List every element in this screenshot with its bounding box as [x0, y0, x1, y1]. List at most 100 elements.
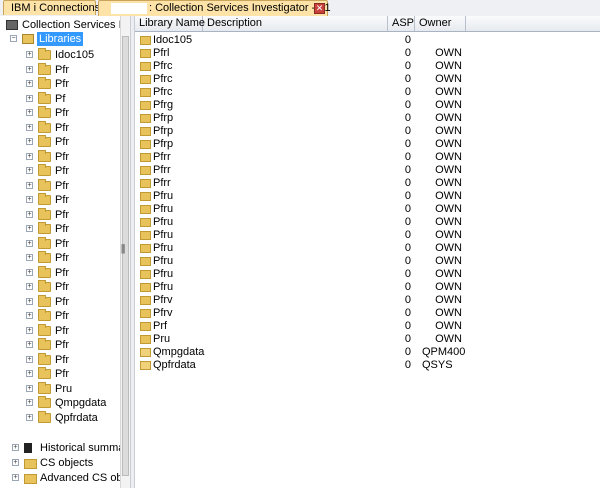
- column-header-description[interactable]: Description: [203, 16, 388, 31]
- tree-item-library[interactable]: + Pfr: [0, 178, 120, 193]
- tree-item-library[interactable]: + Pfr: [0, 251, 120, 265]
- tab-ibm-i-connections[interactable]: IBM i Connections: [3, 0, 100, 15]
- tree-item-library[interactable]: + Idoc105: [0, 48, 120, 62]
- expand-icon[interactable]: +: [12, 474, 19, 481]
- tree-item-library[interactable]: + Pfr: [0, 236, 120, 251]
- tree-item-cs-objects[interactable]: + CS objects: [0, 456, 120, 470]
- expand-icon[interactable]: +: [26, 109, 33, 116]
- tree-item-library[interactable]: + Pfr: [0, 323, 120, 338]
- expand-icon[interactable]: +: [26, 167, 33, 174]
- folder-icon: [140, 335, 151, 344]
- collapse-icon[interactable]: −: [10, 35, 17, 42]
- table-row[interactable]: Pfrp 0 OWN: [135, 112, 600, 125]
- table-row[interactable]: Qmpgdata 0 QPM400: [135, 346, 600, 359]
- close-icon[interactable]: ✕: [314, 3, 325, 14]
- expand-icon[interactable]: +: [26, 283, 33, 290]
- scrollbar-thumb[interactable]: [122, 36, 129, 476]
- tree-item-library[interactable]: + Pfr: [0, 207, 120, 222]
- table-row[interactable]: Pfrl 0 OWN: [135, 47, 600, 60]
- tree-item-library[interactable]: + Pfr: [0, 193, 120, 207]
- expand-icon[interactable]: +: [26, 268, 33, 276]
- expand-icon[interactable]: +: [26, 413, 33, 421]
- expand-icon[interactable]: +: [12, 444, 19, 451]
- expand-icon[interactable]: +: [26, 51, 33, 58]
- expand-icon[interactable]: +: [26, 312, 33, 319]
- tree-item-library[interactable]: + Pfr: [0, 222, 120, 236]
- expand-icon[interactable]: +: [26, 399, 33, 406]
- owner-cell: OWN: [435, 242, 462, 254]
- expand-icon[interactable]: +: [26, 326, 33, 334]
- folder-icon: [38, 106, 51, 118]
- table-row[interactable]: Pfrr 0 OWN: [135, 164, 600, 177]
- owner-cell: OWN: [435, 177, 462, 189]
- expand-icon[interactable]: +: [26, 123, 33, 131]
- tree-item-library[interactable]: + Pfr: [0, 77, 120, 91]
- tree-item-historical-summaries[interactable]: + Historical summar: [0, 441, 120, 455]
- table-row[interactable]: Pfrp 0 OWN: [135, 138, 600, 151]
- table-row[interactable]: Pfru 0 OWN: [135, 216, 600, 229]
- table-row[interactable]: Pfru 0 OWN: [135, 281, 600, 294]
- column-header-asp[interactable]: ASP: [388, 16, 415, 31]
- tree-item-library[interactable]: + Qmpgdata: [0, 396, 120, 410]
- expand-icon[interactable]: +: [26, 210, 33, 218]
- table-row[interactable]: Prf 0 OWN: [135, 320, 600, 333]
- expand-icon[interactable]: +: [26, 341, 33, 348]
- tree-item-library[interactable]: + Pfr: [0, 106, 120, 120]
- tree-item-library[interactable]: + Pru: [0, 381, 120, 396]
- tree-item-library[interactable]: + Pf: [0, 91, 120, 106]
- table-row[interactable]: Pfru 0 OWN: [135, 229, 600, 242]
- table-row[interactable]: Pfru 0 OWN: [135, 242, 600, 255]
- expand-icon[interactable]: +: [26, 370, 33, 377]
- tree-item-library[interactable]: + Pfr: [0, 367, 120, 381]
- expand-icon[interactable]: +: [26, 355, 33, 363]
- expand-icon[interactable]: +: [26, 254, 33, 261]
- tree-item-library[interactable]: + Pfr: [0, 135, 120, 149]
- table-row[interactable]: Pfru 0 OWN: [135, 203, 600, 216]
- table-row[interactable]: Pfrc 0 OWN: [135, 73, 600, 86]
- tree-item-library[interactable]: + Pfr: [0, 62, 120, 77]
- tree-item-label: Pfr: [55, 208, 70, 221]
- tree-item-library[interactable]: + Qpfrdata: [0, 410, 120, 425]
- tree-item-library[interactable]: + Pfr: [0, 164, 120, 178]
- tree-item-library[interactable]: + Pfr: [0, 280, 120, 294]
- tree-item-library[interactable]: + Pfr: [0, 120, 120, 135]
- table-row[interactable]: Pfrv 0 OWN: [135, 294, 600, 307]
- tree-item-library[interactable]: + Pfr: [0, 265, 120, 280]
- folder-icon: [140, 49, 151, 58]
- tree-item-library[interactable]: + Pfr: [0, 309, 120, 323]
- table-row[interactable]: Idoc105 0: [135, 34, 600, 47]
- table-row[interactable]: Pfrg 0 OWN: [135, 99, 600, 112]
- table-row[interactable]: Qpfrdata 0 QSYS: [135, 359, 600, 372]
- table-row[interactable]: Pfru 0 OWN: [135, 190, 600, 203]
- expand-icon[interactable]: +: [26, 239, 33, 247]
- expand-icon[interactable]: +: [26, 196, 33, 203]
- column-header-owner[interactable]: Owner: [415, 16, 466, 31]
- expand-icon[interactable]: +: [26, 138, 33, 145]
- table-row[interactable]: Pfrp 0 OWN: [135, 125, 600, 138]
- expand-icon[interactable]: +: [26, 94, 33, 102]
- tab-collection-services-investigator[interactable]: : Collection Services Investigator - #1 …: [98, 0, 331, 16]
- tree-item-advanced-cs-objects[interactable]: + Advanced CS obje: [0, 471, 120, 485]
- table-row[interactable]: Pfru 0 OWN: [135, 255, 600, 268]
- table-row[interactable]: Pfrc 0 OWN: [135, 86, 600, 99]
- tree-item-library[interactable]: + Pfr: [0, 352, 120, 367]
- redacted-text: [111, 3, 147, 14]
- expand-icon[interactable]: +: [26, 65, 33, 73]
- table-row[interactable]: Pfrr 0 OWN: [135, 151, 600, 164]
- expand-icon[interactable]: +: [26, 181, 33, 189]
- expand-icon[interactable]: +: [26, 152, 33, 160]
- expand-icon[interactable]: +: [26, 80, 33, 87]
- expand-icon[interactable]: +: [26, 384, 33, 392]
- table-row[interactable]: Pfrv 0 OWN: [135, 307, 600, 320]
- tree-item-library[interactable]: + Pfr: [0, 294, 120, 309]
- table-row[interactable]: Pfru 0 OWN: [135, 268, 600, 281]
- table-row[interactable]: Pfrc 0 OWN: [135, 60, 600, 73]
- table-row[interactable]: Pru 0 OWN: [135, 333, 600, 346]
- expand-icon[interactable]: +: [26, 225, 33, 232]
- expand-icon[interactable]: +: [12, 459, 19, 466]
- expand-icon[interactable]: +: [26, 297, 33, 305]
- tree-item-library[interactable]: + Pfr: [0, 149, 120, 164]
- tree-item-library[interactable]: + Pfr: [0, 338, 120, 352]
- table-row[interactable]: Pfrr 0 OWN: [135, 177, 600, 190]
- column-header-library-name[interactable]: Library Name: [135, 16, 205, 31]
